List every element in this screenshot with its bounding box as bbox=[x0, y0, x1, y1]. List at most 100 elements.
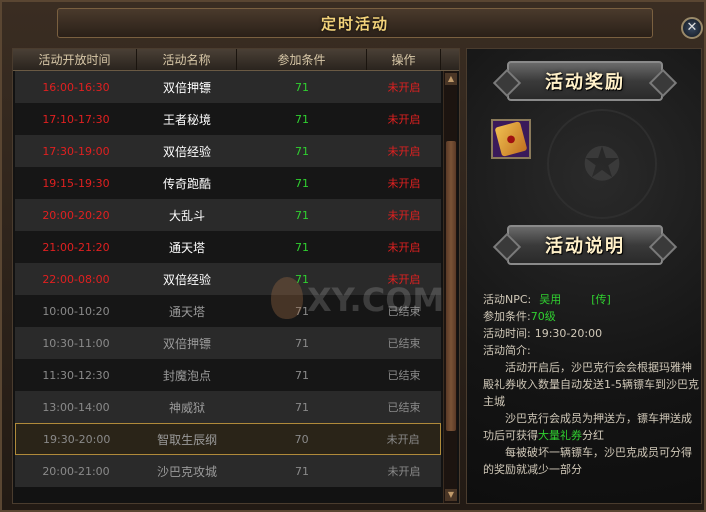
row-name: 大乱斗 bbox=[168, 208, 205, 223]
intro-paragraph-3: 每被破坏一辆镖车，沙巴克成员可分得的奖励就减少一部分 bbox=[483, 446, 692, 476]
row-condition: 71 bbox=[295, 208, 309, 222]
row-condition: 71 bbox=[295, 304, 309, 318]
table-row[interactable]: 17:30-19:00 双倍经验 71 未开启 bbox=[15, 135, 441, 167]
row-name: 通天塔 bbox=[168, 240, 205, 255]
table-row[interactable]: 21:00-21:20 通天塔 71 未开启 bbox=[15, 231, 441, 263]
table-row[interactable]: 10:30-11:00 双倍押镖 71 已结束 bbox=[15, 327, 441, 359]
row-condition: 71 bbox=[295, 272, 309, 286]
row-condition: 71 bbox=[295, 176, 309, 190]
row-condition: 71 bbox=[295, 80, 309, 94]
row-condition: 70 bbox=[294, 432, 309, 446]
table-row[interactable]: 19:15-19:30 传奇跑酷 71 未开启 bbox=[15, 167, 441, 199]
reward-heading-plate: 活动奖励 bbox=[507, 61, 663, 101]
row-name: 王者秘境 bbox=[162, 112, 211, 127]
scroll-item-icon: ● bbox=[494, 121, 528, 157]
table-row[interactable]: 20:00-21:00 沙巴克攻城 71 未开启 bbox=[15, 455, 441, 487]
npc-label: 活动NPC: bbox=[483, 293, 532, 306]
row-time: 20:00-21:00 bbox=[42, 464, 110, 478]
time-value: 19:30-20:00 bbox=[534, 327, 603, 340]
row-status: 已结束 bbox=[387, 401, 421, 414]
scrollbar[interactable]: ▲ ▼ bbox=[443, 71, 457, 503]
row-name: 双倍押镖 bbox=[162, 80, 211, 95]
row-status: 未开启 bbox=[387, 465, 421, 478]
row-time: 20:00-20:20 bbox=[42, 208, 110, 222]
row-time: 16:00-16:30 bbox=[42, 80, 110, 94]
row-name: 神威狱 bbox=[168, 400, 205, 415]
row-name: 双倍经验 bbox=[162, 144, 211, 159]
table-row[interactable]: 22:00-08:00 双倍经验 71 未开启 bbox=[15, 263, 441, 295]
table-body: 16:00-16:30 双倍押镖 71 未开启 17:10-17:30 王者秘境 71 未开启… bbox=[15, 71, 441, 487]
row-status: 已结束 bbox=[387, 305, 421, 318]
detail-panel: 活动奖励 ✪ ● 活动说明 活动NPC: 吴用 [传] 参加条件: 70级 活动… bbox=[466, 48, 702, 504]
scroll-thumb[interactable] bbox=[446, 141, 456, 431]
row-time: 17:30-19:00 bbox=[42, 144, 110, 158]
header-name: 活动名称 bbox=[137, 49, 237, 70]
row-name: 智取生辰纲 bbox=[157, 432, 218, 447]
row-time: 19:15-19:30 bbox=[42, 176, 110, 190]
row-time: 11:30-12:30 bbox=[42, 368, 110, 382]
intro-label: 活动简介: bbox=[483, 344, 531, 357]
npc-teleport-link[interactable]: [传] bbox=[591, 291, 611, 308]
row-status: 未开启 bbox=[387, 81, 421, 94]
table-row[interactable]: 19:30-20:00 智取生辰纲 70 未开启 bbox=[15, 423, 441, 455]
table-row[interactable]: 20:00-20:20 大乱斗 71 未开启 bbox=[15, 199, 441, 231]
time-label: 活动时间: bbox=[483, 327, 531, 340]
row-time: 19:30-20:00 bbox=[43, 432, 111, 446]
description-text: 活动NPC: 吴用 [传] 参加条件: 70级 活动时间: 19:30-20:0… bbox=[483, 291, 699, 478]
window-titlebar: 定时活动 bbox=[57, 8, 653, 38]
description-heading: 活动说明 bbox=[545, 236, 625, 257]
reward-heading: 活动奖励 bbox=[545, 72, 625, 93]
table-row[interactable]: 10:00-10:20 通天塔 71 已结束 bbox=[15, 295, 441, 327]
row-time: 21:00-21:20 bbox=[42, 240, 110, 254]
row-status: 未开启 bbox=[387, 209, 421, 222]
condition-label: 参加条件: bbox=[483, 310, 531, 323]
row-name: 封魔泡点 bbox=[162, 368, 211, 383]
reward-item-slot[interactable]: ● bbox=[491, 119, 531, 159]
row-condition: 71 bbox=[295, 464, 309, 478]
header-condition: 参加条件 bbox=[237, 49, 367, 70]
row-condition: 71 bbox=[295, 144, 309, 158]
scroll-down-icon[interactable]: ▼ bbox=[445, 489, 457, 501]
reward-highlight: 大量礼券 bbox=[538, 429, 582, 442]
condition-value: 70级 bbox=[530, 310, 556, 323]
row-status: 未开启 bbox=[387, 273, 421, 286]
npc-name[interactable]: 吴用 bbox=[539, 291, 561, 308]
row-name: 双倍经验 bbox=[162, 272, 211, 287]
header-action: 操作 bbox=[367, 49, 441, 70]
row-status: 未开启 bbox=[387, 177, 421, 190]
table-row[interactable]: 13:00-14:00 神威狱 71 已结束 bbox=[15, 391, 441, 423]
row-time: 13:00-14:00 bbox=[42, 400, 110, 414]
row-time: 22:00-08:00 bbox=[42, 272, 110, 286]
row-name: 传奇跑酷 bbox=[162, 176, 211, 191]
header-time: 活动开放时间 bbox=[13, 49, 137, 70]
scroll-up-icon[interactable]: ▲ bbox=[445, 73, 457, 85]
table-row[interactable]: 16:00-16:30 双倍押镖 71 未开启 bbox=[15, 71, 441, 103]
row-status: 未开启 bbox=[386, 433, 420, 446]
row-status: 已结束 bbox=[387, 369, 421, 382]
row-time: 10:00-10:20 bbox=[42, 304, 110, 318]
row-condition: 71 bbox=[295, 368, 309, 382]
table-row[interactable]: 17:10-17:30 王者秘境 71 未开启 bbox=[15, 103, 441, 135]
window-title: 定时活动 bbox=[320, 14, 389, 33]
activity-window: 定时活动 ✕ 活动开放时间 活动名称 参加条件 操作 16:00-16:30 双倍… bbox=[0, 0, 706, 512]
intro-paragraph-1: 活动开启后，沙巴克行会会根据玛雅神殿礼券收入数量自动发送1-5辆镖车到沙巴克主城 bbox=[483, 361, 699, 408]
close-button[interactable]: ✕ bbox=[681, 17, 703, 39]
row-time: 17:10-17:30 bbox=[42, 112, 110, 126]
row-name: 双倍押镖 bbox=[162, 336, 211, 351]
table-row[interactable]: 11:30-12:30 封魔泡点 71 已结束 bbox=[15, 359, 441, 391]
row-condition: 71 bbox=[295, 400, 309, 414]
table-header: 活动开放时间 活动名称 参加条件 操作 bbox=[13, 49, 459, 71]
row-status: 已结束 bbox=[387, 337, 421, 350]
row-condition: 71 bbox=[295, 112, 309, 126]
row-status: 未开启 bbox=[387, 241, 421, 254]
activity-table: 活动开放时间 活动名称 参加条件 操作 16:00-16:30 双倍押镖 71 未开启… bbox=[12, 48, 460, 504]
row-status: 未开启 bbox=[387, 145, 421, 158]
row-condition: 71 bbox=[295, 336, 309, 350]
row-condition: 71 bbox=[295, 240, 309, 254]
intro-paragraph-2: 沙巴克行会成员为押送方，镖车押送成功后可获得大量礼券分红 bbox=[483, 412, 692, 442]
row-name: 通天塔 bbox=[168, 304, 205, 319]
row-time: 10:30-11:00 bbox=[42, 336, 110, 350]
row-status: 未开启 bbox=[387, 113, 421, 126]
description-heading-plate: 活动说明 bbox=[507, 225, 663, 265]
emblem-seal-icon: ✪ bbox=[547, 109, 657, 219]
